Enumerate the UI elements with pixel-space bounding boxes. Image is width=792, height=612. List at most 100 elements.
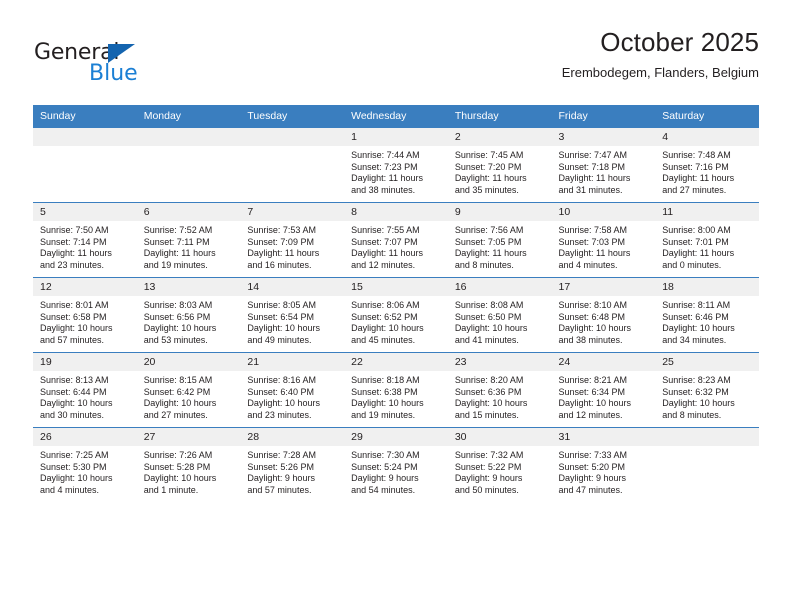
calendar-day-cell[interactable]: 13 Sunrise: 8:03 AM Sunset: 6:56 PM Dayligh… [136, 277, 241, 353]
daylight-duration-line1: Daylight: 10 hours [558, 323, 632, 334]
calendar-day-cell-empty [240, 127, 345, 203]
calendar-day-cell[interactable]: 17 Sunrise: 8:10 AM Sunset: 6:48 PM Dayligh… [551, 277, 656, 353]
page-subtitle: Erembodegem, Flanders, Belgium [561, 64, 759, 80]
calendar-day-cell[interactable]: 19 Sunrise: 8:13 AM Sunset: 6:44 PM Dayligh… [33, 352, 137, 428]
day-number: 5 [33, 203, 137, 221]
day-details: Sunrise: 8:01 AM Sunset: 6:58 PM Daylight:… [33, 296, 137, 346]
weekday-header-monday: Monday [136, 105, 241, 128]
day-number: 3 [551, 128, 656, 146]
calendar-week-row: 19 Sunrise: 8:13 AM Sunset: 6:44 PM Dayligh… [33, 352, 759, 428]
day-number: 1 [344, 128, 448, 146]
daylight-duration-line1: Daylight: 10 hours [454, 398, 528, 409]
weekday-header-tuesday: Tuesday [240, 105, 345, 128]
daylight-duration-line2: and 0 minutes. [662, 259, 722, 270]
calendar-day-cell[interactable]: 29 Sunrise: 7:30 AM Sunset: 5:24 PM Dayligh… [344, 427, 448, 502]
sunset-time: Sunset: 6:48 PM [558, 311, 626, 322]
sunrise-time: Sunrise: 7:44 AM [351, 150, 420, 160]
day-details: Sunrise: 8:18 AM Sunset: 6:38 PM Daylight:… [344, 371, 448, 421]
day-details: Sunrise: 7:52 AM Sunset: 7:11 PM Daylight:… [137, 221, 241, 271]
sunset-time: Sunset: 6:38 PM [351, 386, 418, 397]
calendar-day-cell[interactable]: 22 Sunrise: 8:18 AM Sunset: 6:38 PM Dayligh… [344, 352, 448, 428]
day-details: Sunrise: 7:47 AM Sunset: 7:18 PM Daylight:… [552, 146, 656, 196]
sunrise-time: Sunrise: 7:56 AM [454, 225, 524, 235]
day-number: 17 [551, 278, 656, 296]
daylight-duration-line1: Daylight: 11 hours [454, 173, 527, 184]
day-number: 24 [551, 353, 656, 371]
day-number: 9 [447, 203, 552, 221]
calendar-day-cell[interactable]: 20 Sunrise: 8:15 AM Sunset: 6:42 PM Dayligh… [136, 352, 241, 428]
daylight-duration-line2: and 53 minutes. [143, 334, 208, 345]
calendar-day-cell[interactable]: 11 Sunrise: 8:00 AM Sunset: 7:01 PM Dayligh… [655, 202, 759, 278]
day-number: 10 [551, 203, 656, 221]
sunrise-time: Sunrise: 7:52 AM [143, 225, 213, 235]
sunset-time: Sunset: 6:46 PM [662, 311, 729, 322]
calendar-day-cell[interactable]: 14 Sunrise: 8:05 AM Sunset: 6:54 PM Dayligh… [240, 277, 345, 353]
daylight-duration-line2: and 30 minutes. [40, 409, 105, 420]
day-number: 26 [33, 428, 137, 446]
day-details: Sunrise: 8:00 AM Sunset: 7:01 PM Daylight:… [655, 221, 759, 271]
daylight-duration-line1: Daylight: 10 hours [351, 323, 424, 334]
calendar-day-cell[interactable]: 1 Sunrise: 7:44 AM Sunset: 7:23 PM Daylight… [344, 127, 448, 203]
daylight-duration-line2: and 31 minutes. [558, 184, 623, 195]
sunset-time: Sunset: 7:03 PM [558, 236, 626, 247]
calendar-day-cell[interactable]: 3 Sunrise: 7:47 AM Sunset: 7:18 PM Daylight… [551, 127, 656, 203]
calendar-day-cell[interactable]: 18 Sunrise: 8:11 AM Sunset: 6:46 PM Dayligh… [655, 277, 759, 353]
day-details: Sunrise: 7:48 AM Sunset: 7:16 PM Daylight:… [655, 146, 759, 196]
calendar-day-cell[interactable]: 24 Sunrise: 8:21 AM Sunset: 6:34 PM Dayligh… [551, 352, 656, 428]
daylight-duration-line1: Daylight: 10 hours [143, 473, 217, 484]
calendar-day-cell[interactable]: 31 Sunrise: 7:33 AM Sunset: 5:20 PM Dayligh… [551, 427, 656, 502]
sunrise-time: Sunrise: 8:03 AM [143, 300, 213, 310]
day-number: 11 [655, 203, 759, 221]
calendar-day-cell[interactable]: 25 Sunrise: 8:23 AM Sunset: 6:32 PM Dayligh… [655, 352, 759, 428]
calendar-day-cell[interactable]: 2 Sunrise: 7:45 AM Sunset: 7:20 PM Daylight… [447, 127, 552, 203]
daylight-duration-line2: and 19 minutes. [143, 259, 208, 270]
day-number [136, 128, 241, 146]
day-number: 23 [447, 353, 552, 371]
calendar-day-cell[interactable]: 26 Sunrise: 7:25 AM Sunset: 5:30 PM Dayligh… [33, 427, 137, 502]
calendar-day-cell[interactable]: 7 Sunrise: 7:53 AM Sunset: 7:09 PM Daylight… [240, 202, 345, 278]
sunrise-time: Sunrise: 8:08 AM [454, 300, 524, 310]
sunset-time: Sunset: 6:42 PM [143, 386, 211, 397]
sunset-time: Sunset: 6:54 PM [247, 311, 314, 322]
day-details: Sunrise: 8:05 AM Sunset: 6:54 PM Daylight:… [240, 296, 344, 346]
calendar-week-row: 26 Sunrise: 7:25 AM Sunset: 5:30 PM Dayligh… [33, 427, 759, 502]
sunset-time: Sunset: 7:09 PM [247, 236, 314, 247]
calendar-day-cell[interactable]: 6 Sunrise: 7:52 AM Sunset: 7:11 PM Daylight… [136, 202, 241, 278]
weekday-header-friday: Friday [551, 105, 656, 128]
daylight-duration-line1: Daylight: 10 hours [143, 323, 217, 334]
general-blue-logo[interactable]: General Blue [33, 34, 233, 90]
day-details: Sunrise: 7:26 AM Sunset: 5:28 PM Daylight:… [137, 446, 241, 496]
calendar-day-cell[interactable]: 21 Sunrise: 8:16 AM Sunset: 6:40 PM Dayligh… [240, 352, 345, 428]
calendar-day-cell[interactable]: 12 Sunrise: 8:01 AM Sunset: 6:58 PM Dayligh… [33, 277, 137, 353]
daylight-duration-line1: Daylight: 9 hours [558, 473, 627, 484]
calendar-day-cell[interactable]: 28 Sunrise: 7:28 AM Sunset: 5:26 PM Dayligh… [240, 427, 345, 502]
day-details: Sunrise: 7:30 AM Sunset: 5:24 PM Daylight:… [344, 446, 448, 496]
sunset-time: Sunset: 6:44 PM [40, 386, 107, 397]
daylight-duration-line2: and 34 minutes. [662, 334, 727, 345]
day-number: 13 [136, 278, 241, 296]
daylight-duration-line1: Daylight: 10 hours [40, 323, 113, 334]
sunrise-time: Sunrise: 7:25 AM [40, 450, 109, 460]
daylight-duration-line2: and 41 minutes. [454, 334, 519, 345]
daylight-duration-line2: and 47 minutes. [558, 484, 623, 495]
day-details: Sunrise: 8:03 AM Sunset: 6:56 PM Daylight:… [137, 296, 241, 346]
calendar-day-cell[interactable]: 4 Sunrise: 7:48 AM Sunset: 7:16 PM Daylight… [655, 127, 759, 203]
sunrise-time: Sunrise: 8:15 AM [143, 375, 213, 385]
calendar-day-cell[interactable]: 15 Sunrise: 8:06 AM Sunset: 6:52 PM Dayligh… [344, 277, 448, 353]
calendar-day-cell[interactable]: 10 Sunrise: 7:58 AM Sunset: 7:03 PM Dayligh… [551, 202, 656, 278]
calendar-day-cell[interactable]: 8 Sunrise: 7:55 AM Sunset: 7:07 PM Daylight… [344, 202, 448, 278]
calendar-day-cell[interactable]: 27 Sunrise: 7:26 AM Sunset: 5:28 PM Dayligh… [136, 427, 241, 502]
daylight-duration-line1: Daylight: 11 hours [558, 173, 631, 184]
calendar-day-cell[interactable]: 9 Sunrise: 7:56 AM Sunset: 7:05 PM Daylight… [447, 202, 552, 278]
daylight-duration-line1: Daylight: 10 hours [40, 473, 113, 484]
sunrise-time: Sunrise: 7:26 AM [143, 450, 213, 460]
sunrise-time: Sunrise: 8:16 AM [247, 375, 316, 385]
sunrise-time: Sunrise: 7:53 AM [247, 225, 316, 235]
calendar-day-cell[interactable]: 16 Sunrise: 8:08 AM Sunset: 6:50 PM Dayligh… [447, 277, 552, 353]
sunrise-sunset-calendar: Sunday Monday Tuesday Wednesday Thursday… [33, 105, 759, 502]
calendar-day-cell[interactable]: 5 Sunrise: 7:50 AM Sunset: 7:14 PM Daylight… [33, 202, 137, 278]
daylight-duration-line1: Daylight: 10 hours [247, 323, 320, 334]
calendar-day-cell[interactable]: 23 Sunrise: 8:20 AM Sunset: 6:36 PM Dayligh… [447, 352, 552, 428]
calendar-day-cell-empty [136, 127, 241, 203]
calendar-day-cell[interactable]: 30 Sunrise: 7:32 AM Sunset: 5:22 PM Dayligh… [447, 427, 552, 502]
